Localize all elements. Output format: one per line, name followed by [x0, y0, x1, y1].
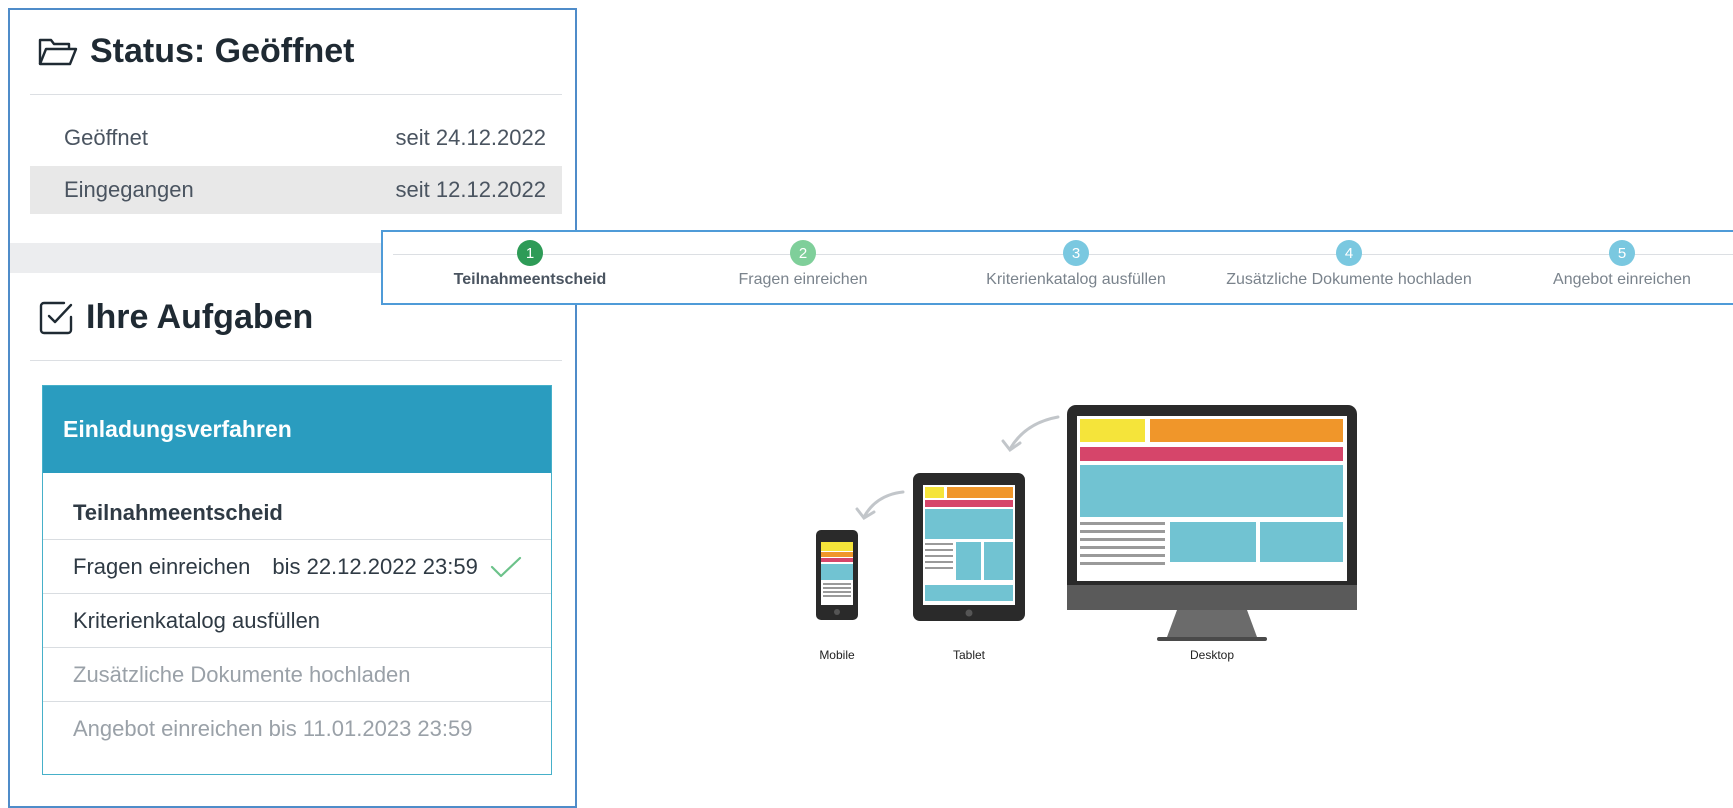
step-label: Teilnahmeentscheid	[453, 271, 607, 288]
step-number: 4	[1336, 240, 1362, 266]
step-number: 1	[517, 240, 543, 266]
step-number: 2	[790, 240, 816, 266]
task-due: bis 22.12.2022 23:59	[272, 553, 478, 579]
status-row-label: Eingegangen	[64, 177, 194, 202]
step-label: Kriterienkatalog ausfüllen	[986, 271, 1166, 288]
task-label: Zusätzliche Dokumente hochladen	[73, 661, 411, 687]
step-label: Angebot einreichen	[1553, 271, 1691, 288]
device-label-tablet: Tablet	[953, 648, 986, 662]
status-title: Status: Geöffnet	[90, 32, 355, 70]
responsive-devices-illustration: Mobile Tablet Desktop	[816, 405, 1357, 662]
process-stepper: 1 Teilnahmeentscheid 2 Fragen einreichen…	[381, 230, 1733, 305]
tablet-device	[913, 473, 1025, 621]
checkbox-checked-icon	[38, 300, 74, 336]
device-label-desktop: Desktop	[1190, 648, 1234, 662]
step-2[interactable]: 2 Fragen einreichen	[667, 240, 939, 289]
task-item[interactable]: Angebot einreichen bis 11.01.2023 23:59	[43, 702, 551, 756]
step-number: 5	[1609, 240, 1635, 266]
status-heading: Status: Geöffnet	[38, 32, 354, 71]
tasks-title: Ihre Aufgaben	[86, 298, 314, 336]
device-label-mobile: Mobile	[819, 648, 855, 662]
tasks-heading: Ihre Aufgaben	[38, 298, 313, 337]
status-row-label: Geöffnet	[64, 125, 148, 150]
task-item[interactable]: Zusätzliche Dokumente hochladen	[43, 648, 551, 702]
procedure-card: Einladungsverfahren Teilnahmeentscheid F…	[42, 385, 552, 775]
status-row-value: seit 12.12.2022	[395, 177, 546, 202]
desktop-device	[1067, 405, 1357, 641]
procedure-header: Einladungsverfahren	[43, 386, 551, 473]
arrow-icon	[855, 490, 905, 520]
task-due: bis 11.01.2023 23:59	[268, 716, 473, 741]
task-label: Angebot einreichen	[73, 716, 263, 741]
left-panel: Status: Geöffnet Geöffnet seit 24.12.202…	[8, 8, 577, 808]
status-row-received: Eingegangen seit 12.12.2022	[30, 166, 562, 214]
step-label: Fragen einreichen	[738, 271, 868, 288]
step-1[interactable]: 1 Teilnahmeentscheid	[394, 240, 666, 289]
task-item[interactable]: Fragen einreichen bis 22.12.2022 23:59	[43, 540, 551, 594]
folder-open-icon	[38, 36, 78, 68]
divider	[30, 360, 562, 361]
status-row-value: seit 24.12.2022	[395, 125, 546, 150]
task-label: Fragen einreichen	[73, 553, 251, 579]
step-3[interactable]: 3 Kriterienkatalog ausfüllen	[940, 240, 1212, 289]
checkmark-icon	[490, 555, 522, 579]
step-label: Zusätzliche Dokumente hochladen	[1226, 271, 1472, 288]
status-row-opened: Geöffnet seit 24.12.2022	[30, 114, 562, 162]
task-item[interactable]: Kriterienkatalog ausfüllen	[43, 594, 551, 648]
task-item[interactable]: Teilnahmeentscheid	[43, 486, 551, 540]
mobile-device	[816, 530, 858, 620]
task-label: Teilnahmeentscheid	[73, 499, 283, 525]
arrow-icon	[1001, 415, 1060, 453]
task-label: Kriterienkatalog ausfüllen	[73, 607, 321, 633]
status-card: Status: Geöffnet Geöffnet seit 24.12.202…	[10, 10, 575, 243]
step-5[interactable]: 5 Angebot einreichen	[1486, 240, 1733, 289]
step-number: 3	[1063, 240, 1089, 266]
step-4[interactable]: 4 Zusätzliche Dokumente hochladen	[1213, 240, 1485, 289]
divider	[30, 94, 562, 95]
